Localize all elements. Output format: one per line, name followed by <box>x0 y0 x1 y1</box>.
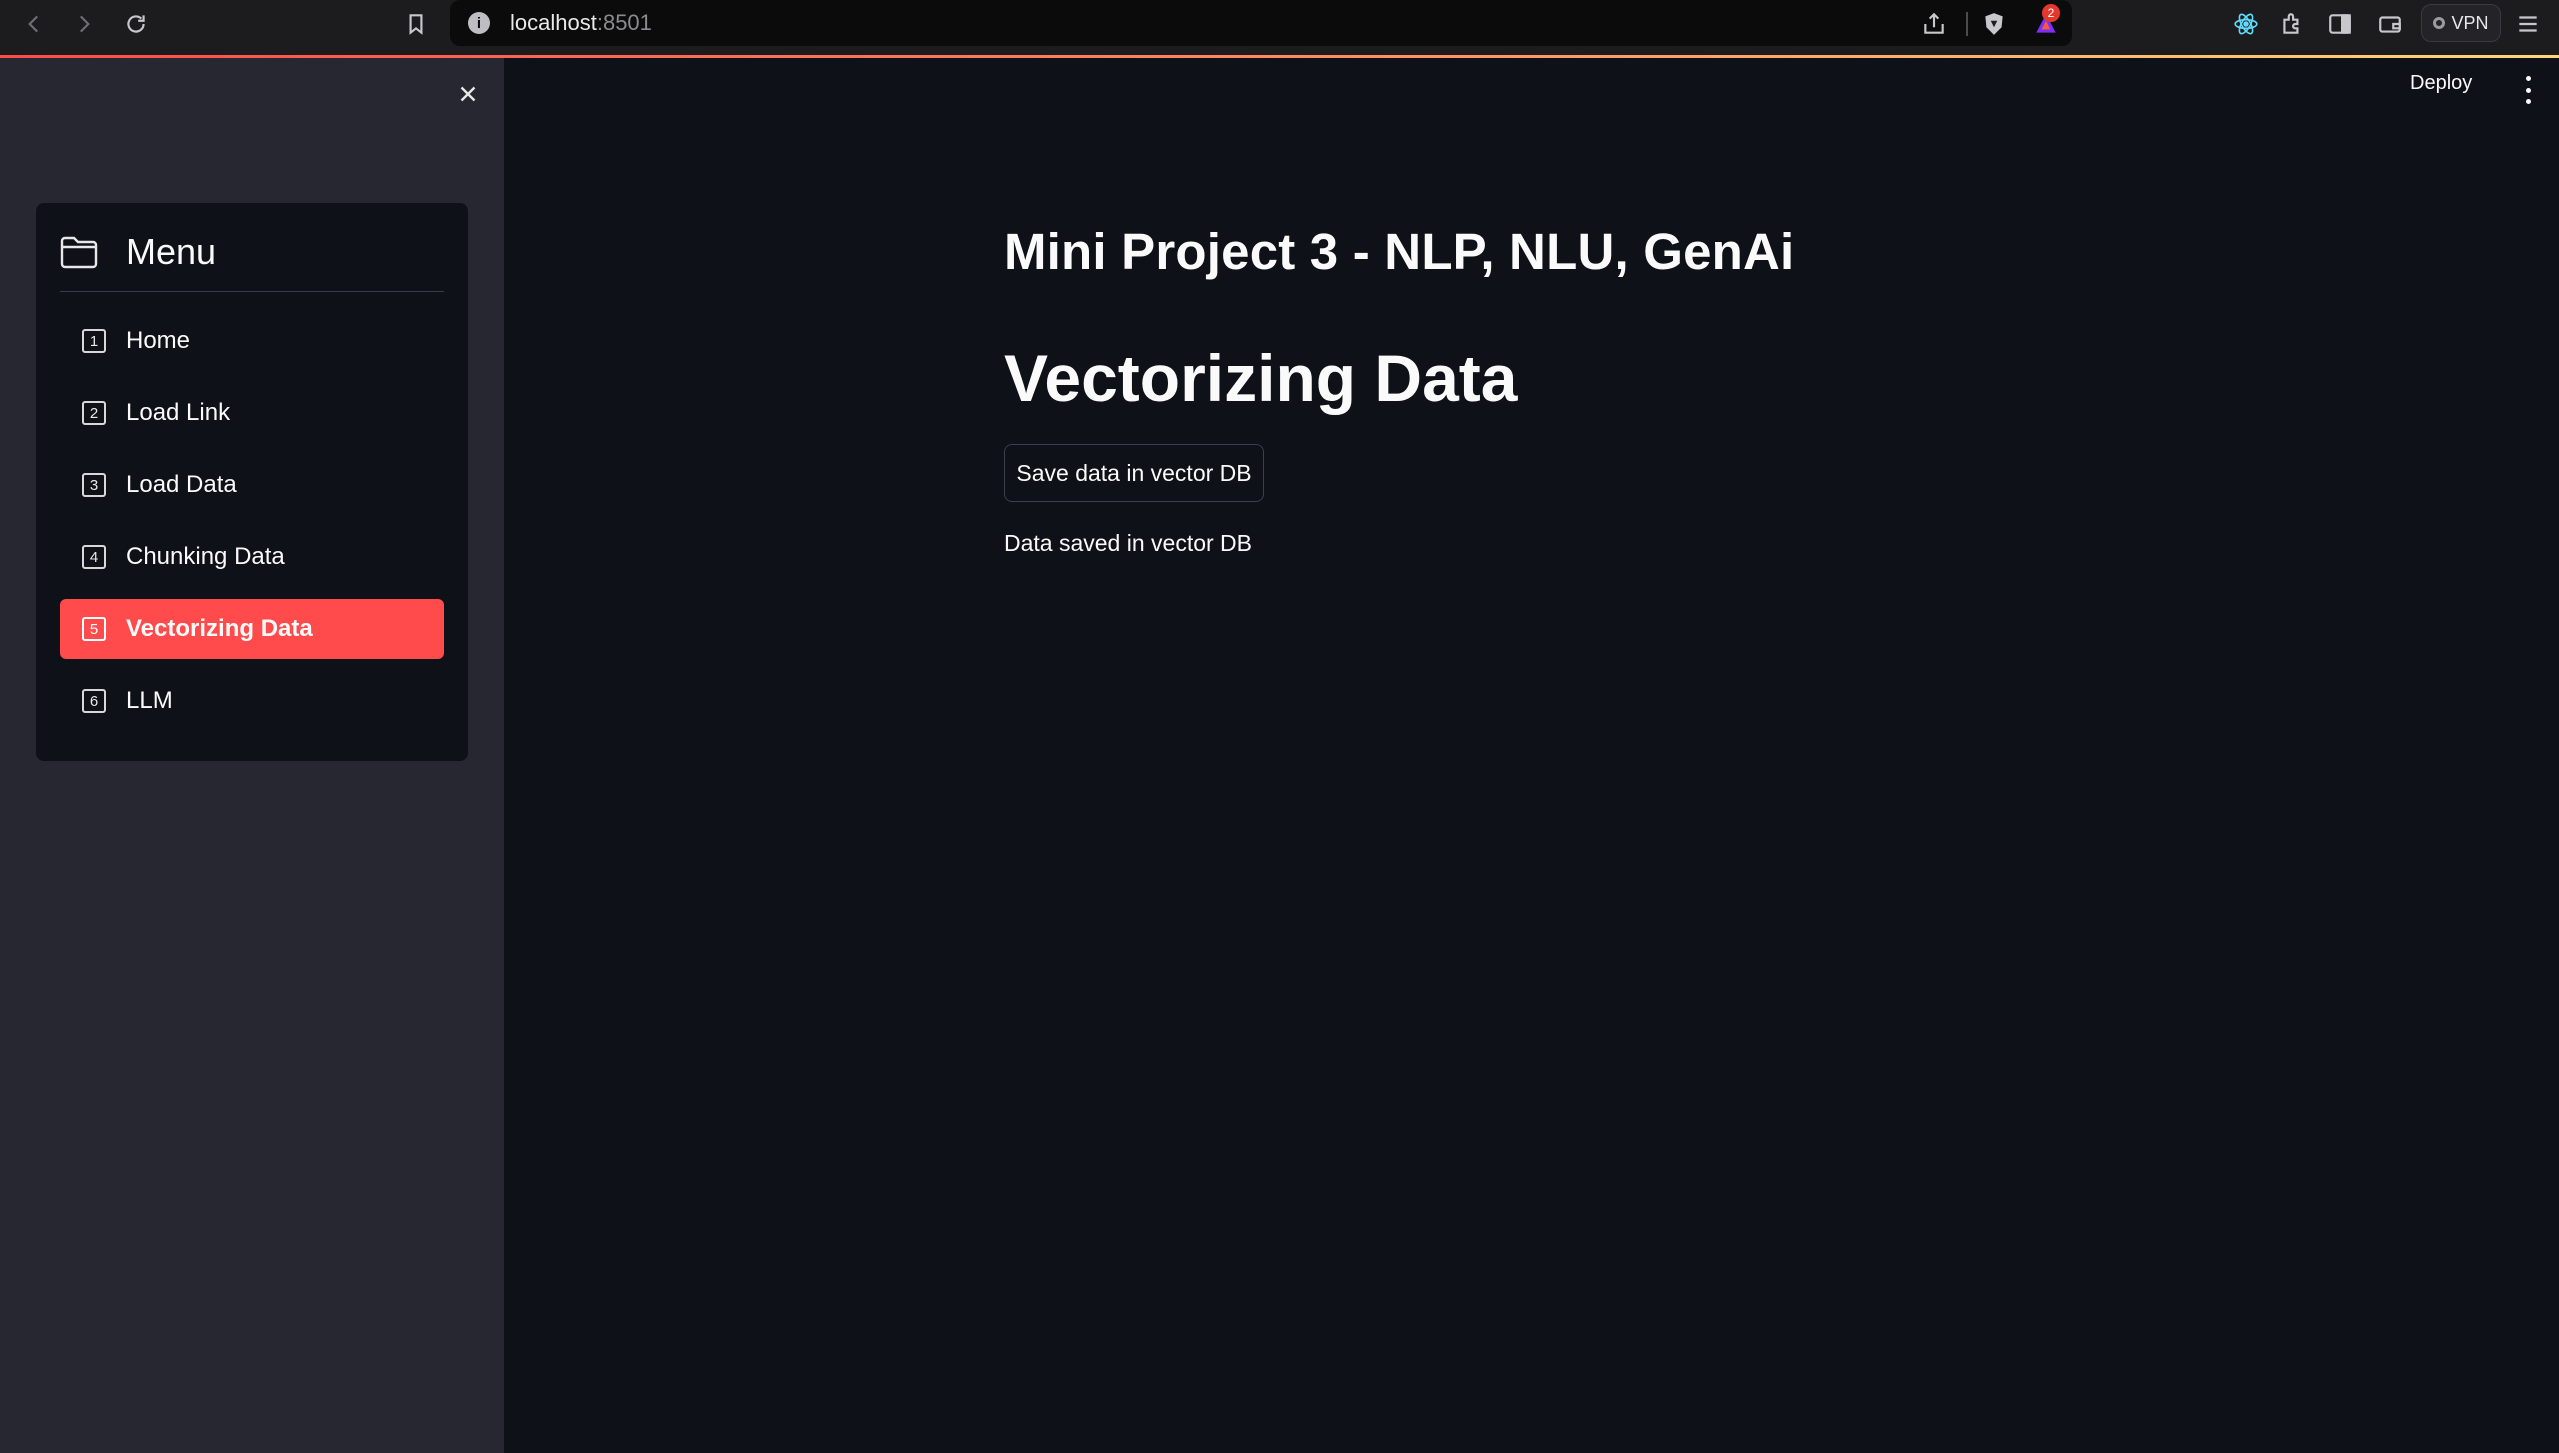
menu-item-load-data[interactable]: 3 Load Data <box>60 455 444 515</box>
menu-title: Menu <box>126 231 217 272</box>
address-separator <box>1966 12 1968 36</box>
menu-item-label: Home <box>126 327 191 354</box>
deploy-button[interactable]: Deploy <box>2410 72 2472 95</box>
bookmark-icon[interactable] <box>398 6 434 42</box>
number-2-icon: 2 <box>82 401 106 425</box>
share-icon[interactable] <box>1916 6 1952 42</box>
react-devtools-icon[interactable] <box>2228 6 2264 42</box>
number-6-icon: 6 <box>82 689 106 713</box>
vpn-button[interactable]: VPN <box>2421 4 2501 42</box>
sidebar-toggle-icon[interactable] <box>2322 6 2358 42</box>
menu-item-label: LLM <box>126 687 173 714</box>
option-menu: Menu 1 Home 2 Load Link 3 Load Data 4 Ch… <box>36 203 468 761</box>
sidebar: Menu 1 Home 2 Load Link 3 Load Data 4 Ch… <box>0 58 504 1453</box>
browser-menu-icon[interactable] <box>2510 6 2546 42</box>
wallet-icon[interactable] <box>2372 6 2408 42</box>
menu-item-vectorizing-data[interactable]: 5 Vectorizing Data <box>60 599 444 659</box>
status-message: Data saved in vector DB <box>1004 530 1253 556</box>
notification-badge: 2 <box>2042 4 2060 22</box>
menu-item-label: Load Data <box>126 471 237 498</box>
menu-item-label: Load Link <box>126 399 231 426</box>
forward-icon[interactable] <box>66 6 102 42</box>
vpn-status-icon <box>2433 17 2446 29</box>
menu-item-llm[interactable]: 6 LLM <box>60 671 444 731</box>
back-icon[interactable] <box>16 6 52 42</box>
browser-toolbar: i localhost:8501 2 VPN <box>0 0 2559 55</box>
site-info-icon[interactable]: i <box>468 12 490 34</box>
menu-item-home[interactable]: 1 Home <box>60 311 444 371</box>
number-4-icon: 4 <box>82 545 106 569</box>
url-port: :8501 <box>596 10 652 35</box>
close-sidebar-icon[interactable] <box>452 78 484 110</box>
menu-item-label: Chunking Data <box>126 543 285 570</box>
reload-icon[interactable] <box>118 6 154 42</box>
number-5-icon: 5 <box>82 617 106 641</box>
menu-divider <box>60 291 444 292</box>
menu-header: Menu <box>60 231 216 273</box>
url-text[interactable]: localhost:8501 <box>510 10 652 36</box>
app-title: Mini Project 3 - NLP, NLU, GenAi <box>1004 223 1795 280</box>
url-host: localhost <box>510 10 597 35</box>
main-menu-icon[interactable] <box>2516 76 2540 104</box>
address-bar[interactable] <box>450 0 2072 46</box>
menu-item-load-link[interactable]: 2 Load Link <box>60 383 444 443</box>
extensions-icon[interactable] <box>2274 6 2310 42</box>
menu-item-label: Vectorizing Data <box>126 615 313 642</box>
save-vector-db-button[interactable]: Save data in vector DB <box>1004 444 1264 502</box>
folder-icon <box>60 236 98 269</box>
brave-shields-icon[interactable] <box>1976 6 2012 42</box>
page-heading: Vectorizing Data <box>1004 341 1518 415</box>
vpn-label: VPN <box>2451 12 2489 33</box>
number-1-icon: 1 <box>82 329 106 353</box>
number-3-icon: 3 <box>82 473 106 497</box>
menu-item-chunking-data[interactable]: 4 Chunking Data <box>60 527 444 587</box>
